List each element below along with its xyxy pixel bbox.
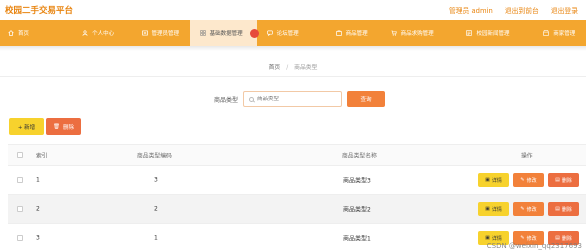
nav-item-basic-data[interactable]: 基础数据管理 — [189, 20, 259, 46]
header-name: 商品类型名称 — [342, 153, 377, 160]
row-checkbox[interactable] — [17, 206, 23, 212]
nav-item-purchase[interactable]: 商品求购管理 — [377, 20, 457, 46]
batch-delete-label: 删除 — [62, 124, 74, 131]
detail-button[interactable]: ▣ 详情 — [478, 202, 509, 216]
breadcrumb-home[interactable]: 首页 — [269, 65, 281, 71]
delete-label: 删除 — [561, 235, 572, 242]
delete-label: 删除 — [561, 206, 572, 213]
row-name: 商品类型2 — [343, 206, 371, 214]
watermark: CSDN @weixin_qq2317693 — [486, 242, 582, 250]
home-icon — [8, 30, 14, 36]
exit-to-frontend-link[interactable]: 退出到前台 — [505, 5, 539, 15]
batch-delete-button[interactable]: 🗑 删除 — [46, 118, 81, 135]
edit-label: 修改 — [526, 206, 537, 213]
nav-label-forum: 论坛管理 — [276, 31, 299, 37]
nav-item-goods[interactable]: 商品管理 — [324, 20, 377, 46]
trash-icon: ▤ — [555, 206, 560, 212]
header-index: 索引 — [36, 153, 48, 160]
admin-icon — [141, 30, 148, 36]
nav-label-goods: 商品管理 — [345, 31, 368, 37]
nav-item-news[interactable]: 校园新闻管理 — [456, 20, 525, 46]
nav-item-profile[interactable]: 个人中心 — [40, 20, 135, 46]
divider — [0, 76, 586, 77]
trash-icon: 🗑 — [53, 123, 60, 130]
nav-label-news: 校园新闻管理 — [476, 31, 510, 37]
row-index: 3 — [36, 234, 40, 242]
cart-icon — [391, 30, 397, 36]
user-icon — [82, 30, 88, 36]
delete-button[interactable]: ▤ 删除 — [548, 173, 579, 187]
edit-label: 修改 — [526, 235, 537, 242]
nav-label-purchase: 商品求购管理 — [400, 31, 434, 37]
logout-link[interactable]: 退出登录 — [551, 5, 578, 15]
goods-type-table: 索引 商品类型编码 商品类型名称 操作 1 3 商品类型3 ▣ 详情 ✎ 修改 ▤ 删… — [8, 144, 586, 252]
add-button-label: + 新增 — [17, 124, 36, 131]
row-code: 2 — [154, 205, 158, 213]
trash-icon: ▤ — [555, 235, 560, 241]
table-row: 1 3 商品类型3 ▣ 详情 ✎ 修改 ▤ 删除 — [8, 166, 586, 195]
table-row: 2 2 商品类型2 ▣ 详情 ✎ 修改 ▤ 删除 — [8, 195, 586, 224]
breadcrumb-separator: / — [286, 65, 289, 71]
nav-label-profile: 个人中心 — [92, 31, 115, 37]
forum-icon — [266, 30, 273, 36]
detail-icon: ▣ — [485, 235, 490, 241]
top-links: 管理员 admin 退出到前台 退出登录 — [449, 5, 578, 15]
search-label: 商品类型 — [214, 97, 239, 104]
nav-label-home: 首页 — [18, 31, 30, 37]
edit-icon: ✎ — [520, 206, 525, 212]
top-bar: 校园二手交易平台 管理员 admin 退出到前台 退出登录 — [0, 0, 586, 20]
row-checkbox[interactable] — [17, 235, 23, 241]
row-index: 2 — [36, 205, 40, 213]
edit-button[interactable]: ✎ 修改 — [513, 173, 544, 187]
grid-icon — [199, 30, 206, 36]
search-field[interactable] — [243, 91, 342, 107]
edit-icon: ✎ — [520, 177, 525, 183]
header-code: 商品类型编码 — [137, 153, 172, 160]
delete-label: 删除 — [561, 177, 572, 184]
shop-icon — [543, 30, 549, 36]
edit-icon: ✎ — [520, 235, 525, 241]
table-header: 索引 商品类型编码 商品类型名称 操作 — [8, 144, 586, 166]
query-button-label: 查询 — [360, 97, 372, 103]
nav-item-admin[interactable]: 管理员管理 — [136, 20, 190, 46]
detail-button[interactable]: ▣ 详情 — [478, 173, 509, 187]
nav-label-admin: 管理员管理 — [151, 31, 180, 37]
row-code: 1 — [154, 234, 158, 242]
row-code: 3 — [154, 176, 158, 184]
main-nav: 首页 个人中心 管理员管理 基础数据管理 论坛管理 商品管理 商品求购管理 校园… — [0, 20, 586, 46]
row-index: 1 — [36, 176, 40, 184]
row-name: 商品类型3 — [343, 177, 371, 185]
header-actions: 操作 — [521, 153, 533, 160]
search-icon — [249, 96, 254, 102]
nav-shadow — [0, 46, 586, 51]
goods-icon — [335, 30, 342, 36]
nav-label-basic-data: 基础数据管理 — [209, 31, 243, 37]
add-button[interactable]: + 新增 — [9, 118, 44, 135]
admin-user-link[interactable]: 管理员 admin — [449, 5, 493, 15]
nav-item-merchant[interactable]: 商家管理 — [525, 20, 586, 46]
nav-label-merchant: 商家管理 — [553, 31, 576, 37]
select-all-checkbox[interactable] — [17, 152, 23, 158]
trash-icon: ▤ — [555, 177, 560, 183]
nav-item-home[interactable]: 首页 — [0, 20, 40, 46]
detail-label: 详情 — [491, 206, 502, 213]
breadcrumb: 首页 / 商品类型 — [0, 62, 586, 71]
detail-icon: ▣ — [485, 206, 490, 212]
app-title: 校园二手交易平台 — [5, 6, 74, 16]
detail-icon: ▣ — [485, 177, 490, 183]
breadcrumb-current: 商品类型 — [294, 65, 318, 71]
detail-label: 详情 — [491, 235, 502, 242]
nav-item-forum[interactable]: 论坛管理 — [257, 20, 324, 46]
news-icon — [466, 30, 473, 36]
edit-label: 修改 — [526, 177, 537, 184]
edit-button[interactable]: ✎ 修改 — [513, 202, 544, 216]
delete-button[interactable]: ▤ 删除 — [548, 202, 579, 216]
row-name: 商品类型1 — [343, 235, 371, 243]
row-checkbox[interactable] — [17, 177, 23, 183]
detail-label: 详情 — [491, 177, 502, 184]
search-input[interactable] — [257, 96, 337, 102]
query-button[interactable]: 查询 — [347, 91, 385, 107]
